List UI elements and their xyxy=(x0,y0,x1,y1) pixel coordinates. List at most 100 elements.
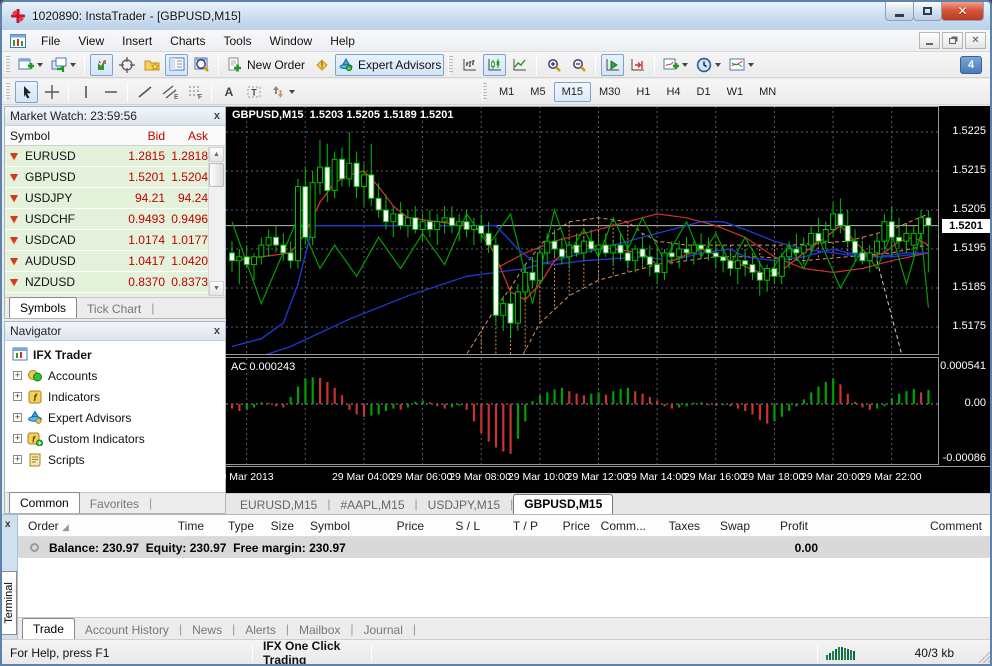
tree-item-accounts[interactable]: + Accounts xyxy=(5,365,225,386)
chart-tab-usdjpy-m15[interactable]: USDJPY,M15 xyxy=(418,496,510,514)
indicators-dropdown-icon[interactable] xyxy=(682,63,688,67)
profiles-button[interactable] xyxy=(48,54,79,76)
terminal-column-comment[interactable]: Comment xyxy=(812,519,992,533)
terminal-column-size[interactable]: Size xyxy=(258,519,298,533)
tree-root-ifx-trader[interactable]: IFX Trader xyxy=(5,344,225,365)
horizontal-line-button[interactable] xyxy=(99,81,122,103)
trend-line-button[interactable] xyxy=(133,81,156,103)
timeframe-m15-button[interactable]: M15 xyxy=(554,82,591,102)
terminal-tab-account-history[interactable]: Account History xyxy=(75,620,179,639)
terminal-column-s-l[interactable]: S / L xyxy=(428,519,484,533)
terminal-tab-trade[interactable]: Trade xyxy=(22,618,75,639)
timeframe-mn-button[interactable]: MN xyxy=(751,82,784,102)
tree-item-expert-advisors[interactable]: + Expert Advisors xyxy=(5,407,225,428)
tree-item-indicators[interactable]: + f Indicators xyxy=(5,386,225,407)
navigator-tab-favorites[interactable]: Favorites xyxy=(80,494,149,513)
market-watch-row-usdcad[interactable]: USDCAD1.01741.0177 xyxy=(5,230,225,251)
timeframe-toolbar-grip[interactable] xyxy=(482,83,487,101)
main-chart-plot[interactable] xyxy=(226,106,939,355)
timeframe-m1-button[interactable]: M1 xyxy=(491,82,522,102)
market-watch-close-icon[interactable]: x xyxy=(214,110,220,122)
templates-button[interactable] xyxy=(726,54,757,76)
expand-plus-icon[interactable]: + xyxy=(13,434,22,443)
vertical-line-button[interactable] xyxy=(74,81,97,103)
fibonacci-button[interactable]: F xyxy=(183,81,206,103)
new-chart-dropdown-icon[interactable] xyxy=(37,63,43,67)
chart-tab-eurusd-m15[interactable]: EURUSD,M15 xyxy=(230,496,327,514)
data-window-button[interactable] xyxy=(190,54,213,76)
timeframe-h1-button[interactable]: H1 xyxy=(628,82,658,102)
text-button[interactable]: A xyxy=(217,81,240,103)
terminal-column-price[interactable]: Price xyxy=(354,519,428,533)
terminal-column-taxes[interactable]: Taxes xyxy=(650,519,704,533)
menu-item-window[interactable]: Window xyxy=(261,31,322,51)
tree-item-custom-indicators[interactable]: + f Custom Indicators xyxy=(5,428,225,449)
column-symbol[interactable]: Symbol xyxy=(5,129,113,143)
mdi-restore-button[interactable] xyxy=(942,32,963,49)
ac-indicator-plot[interactable] xyxy=(226,357,939,465)
menu-item-view[interactable]: View xyxy=(69,31,113,51)
menu-item-file[interactable]: File xyxy=(32,31,69,51)
tick-chart-button[interactable] xyxy=(90,54,113,76)
text-label-button[interactable]: T xyxy=(242,81,265,103)
terminal-column-profit[interactable]: Profit xyxy=(754,519,812,533)
scrollbar-thumb[interactable] xyxy=(209,163,224,187)
navigator-close-icon[interactable]: x xyxy=(214,325,220,337)
menu-item-charts[interactable]: Charts xyxy=(161,31,214,51)
expert-advisors-button[interactable]: Expert Advisors xyxy=(335,54,444,76)
zoom-in-button[interactable] xyxy=(542,54,565,76)
one-click-trading-status[interactable]: IFX One Click Trading xyxy=(253,639,371,666)
terminal-tab-alerts[interactable]: Alerts xyxy=(235,620,286,639)
chart-tab-gbpusd-m15[interactable]: GBPUSD,M15 xyxy=(513,494,613,514)
resize-grip[interactable] xyxy=(978,649,992,663)
periods-button[interactable] xyxy=(693,54,724,76)
terminal-column-time[interactable]: Time xyxy=(98,519,208,533)
timeframe-d1-button[interactable]: D1 xyxy=(689,82,719,102)
comments-badge-button[interactable]: 4 xyxy=(960,56,982,74)
scroll-down-icon[interactable]: ▼ xyxy=(209,281,224,296)
column-bid[interactable]: Bid xyxy=(113,129,165,143)
window-maximize-button[interactable] xyxy=(913,2,942,21)
periods-dropdown-icon[interactable] xyxy=(715,63,721,67)
timeframe-w1-button[interactable]: W1 xyxy=(719,82,752,102)
expand-plus-icon[interactable]: + xyxy=(13,413,22,422)
arrows-dropdown-icon[interactable] xyxy=(289,90,295,94)
terminal-column-swap[interactable]: Swap xyxy=(704,519,754,533)
terminal-column-type[interactable]: Type xyxy=(208,519,258,533)
new-chart-button[interactable] xyxy=(15,54,46,76)
navigator-tab-common[interactable]: Common xyxy=(9,492,80,513)
profiles-dropdown-icon[interactable] xyxy=(70,63,76,67)
equidistant-channel-button[interactable]: E xyxy=(158,81,181,103)
terminal-tab-journal[interactable]: Journal xyxy=(354,620,413,639)
templates-dropdown-icon[interactable] xyxy=(748,63,754,67)
terminal-column-symbol[interactable]: Symbol xyxy=(298,519,354,533)
balance-row[interactable]: Balance: 230.97 Equity: 230.97 Free marg… xyxy=(18,537,992,558)
terminal-tab-mailbox[interactable]: Mailbox xyxy=(289,620,350,639)
navigator-title-bar[interactable]: Navigator x xyxy=(5,322,225,341)
window-close-button[interactable]: ✕ xyxy=(941,2,984,21)
mdi-close-button[interactable]: ✕ xyxy=(965,32,986,49)
zoom-out-button[interactable] xyxy=(567,54,590,76)
terminal-column-price[interactable]: Price xyxy=(542,519,594,533)
market-watch-row-eurusd[interactable]: EURUSD1.28151.2818 xyxy=(5,146,225,167)
title-bar[interactable]: 1020890: InstaTrader - [GBPUSD,M15] ✕ xyxy=(2,2,990,30)
chart-window[interactable]: GBPUSD,M15 1.5203 1.5205 1.5189 1.5201 A… xyxy=(226,106,992,514)
menu-item-help[interactable]: Help xyxy=(321,31,364,51)
expand-plus-icon[interactable]: + xyxy=(13,455,22,464)
terminal-close-icon[interactable]: x xyxy=(5,519,11,530)
favorites-button[interactable] xyxy=(140,54,163,76)
chart-tab--aapl-m15[interactable]: #AAPL,M15 xyxy=(330,496,414,514)
expand-plus-icon[interactable]: + xyxy=(13,371,22,380)
crosshair-button[interactable] xyxy=(115,54,138,76)
timeframe-m30-button[interactable]: M30 xyxy=(591,82,628,102)
new-order-button[interactable]: New Order xyxy=(224,54,308,76)
terminal-column-comm-[interactable]: Comm... xyxy=(594,519,650,533)
timeframe-h4-button[interactable]: H4 xyxy=(658,82,688,102)
terminal-column-order[interactable]: Order ◢ xyxy=(18,519,98,533)
auto-scroll-button[interactable] xyxy=(601,54,624,76)
menu-item-tools[interactable]: Tools xyxy=(215,31,261,51)
tree-item-scripts[interactable]: + Scripts xyxy=(5,449,225,470)
bar-chart-button[interactable] xyxy=(458,54,481,76)
terminal-column-t-p[interactable]: T / P xyxy=(484,519,542,533)
market-watch-row-usdchf[interactable]: USDCHF0.94930.9496 xyxy=(5,209,225,230)
